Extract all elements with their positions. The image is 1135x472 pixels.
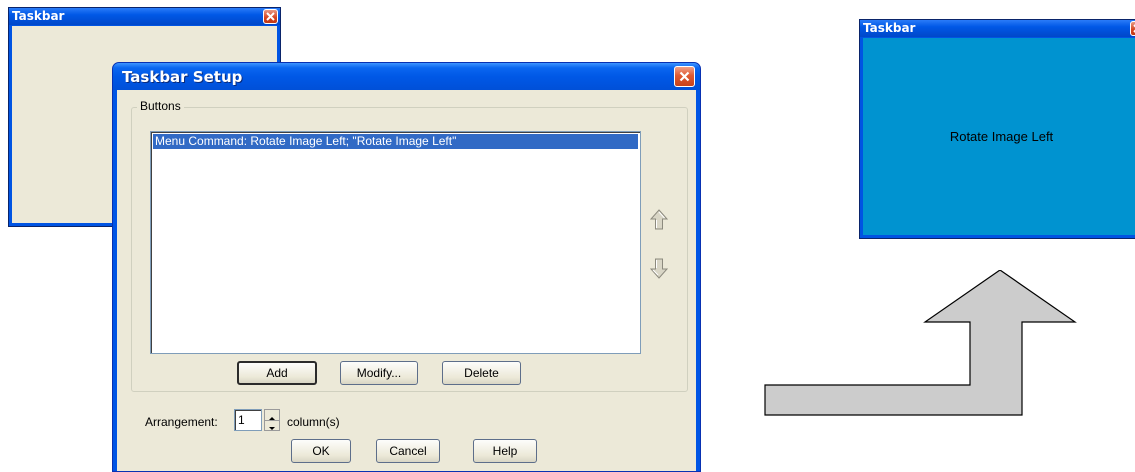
- taskbar-window-left-title: Taskbar: [12, 9, 65, 23]
- dialog-client: Buttons Menu Command: Rotate Image Left;…: [117, 90, 696, 471]
- taskbar-window-left-titlebar[interactable]: Taskbar: [9, 8, 280, 25]
- move-down-arrow-icon: [649, 258, 669, 279]
- close-icon: [679, 71, 690, 82]
- spin-down-icon: [269, 427, 275, 430]
- dialog-title: Taskbar Setup: [122, 68, 243, 86]
- arrangement-spinner[interactable]: [264, 409, 280, 431]
- delete-button[interactable]: Delete: [442, 361, 521, 385]
- ok-button[interactable]: OK: [291, 439, 351, 463]
- taskbar-window-right-close-button[interactable]: [1130, 21, 1135, 36]
- buttons-listbox[interactable]: Menu Command: Rotate Image Left; "Rotate…: [150, 131, 641, 354]
- modify-button[interactable]: Modify...: [340, 361, 418, 385]
- cancel-button[interactable]: Cancel: [376, 439, 440, 463]
- flow-arrow-icon: [764, 270, 1077, 416]
- dialog-close-button[interactable]: [674, 66, 695, 87]
- move-down-button[interactable]: [649, 256, 669, 280]
- list-item[interactable]: Menu Command: Rotate Image Left; "Rotate…: [153, 134, 638, 149]
- add-button[interactable]: Add: [237, 361, 317, 385]
- taskbar-window-left-close-button[interactable]: [263, 9, 278, 24]
- move-up-arrow-icon: [649, 209, 669, 230]
- taskbar-window-right-title: Taskbar: [863, 21, 916, 35]
- spin-down-button[interactable]: [265, 420, 279, 430]
- taskbar-setup-dialog: Taskbar Setup Buttons Menu Command: Rota…: [112, 62, 701, 472]
- help-button[interactable]: Help: [473, 439, 537, 463]
- taskbar-window-right-client: Rotate Image Left: [863, 38, 1135, 235]
- close-icon: [266, 12, 275, 21]
- dialog-titlebar[interactable]: Taskbar Setup: [113, 63, 700, 90]
- arrangement-input[interactable]: 1: [234, 409, 262, 431]
- move-up-button[interactable]: [649, 207, 669, 231]
- rotate-image-left-label: Rotate Image Left: [949, 129, 1054, 144]
- taskbar-window-right-titlebar[interactable]: Taskbar: [860, 20, 1135, 37]
- arrangement-label: Arrangement:: [145, 415, 218, 429]
- arrangement-unit-label: column(s): [287, 415, 340, 429]
- rotate-image-left-taskbar-button[interactable]: Rotate Image Left: [863, 38, 1135, 235]
- buttons-group-label: Buttons: [137, 99, 184, 113]
- taskbar-window-right: Taskbar Rotate Image Left: [859, 19, 1135, 239]
